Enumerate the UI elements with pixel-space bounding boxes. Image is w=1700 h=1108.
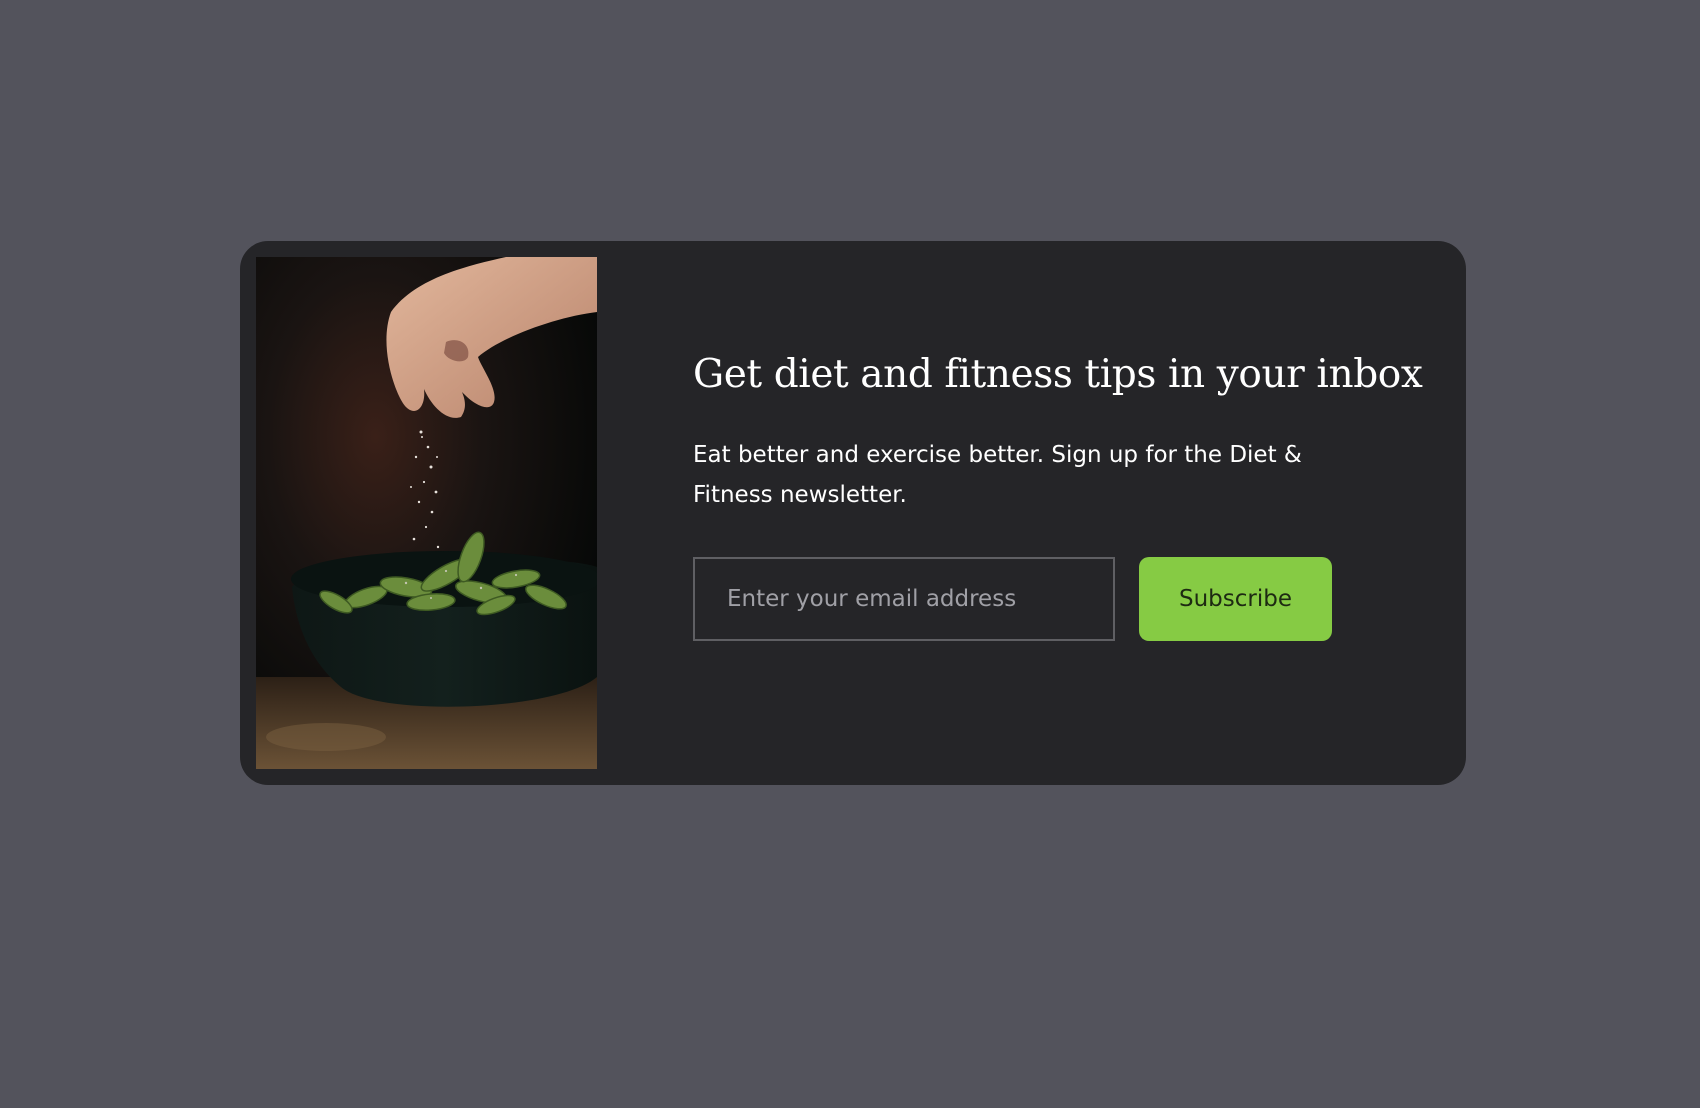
subscribe-button[interactable]: Subscribe: [1139, 557, 1332, 641]
newsletter-content: Get diet and fitness tips in your inbox …: [693, 351, 1423, 641]
newsletter-description: Eat better and exercise better. Sign up …: [693, 442, 1302, 508]
food-photo: [256, 257, 597, 769]
newsletter-title: Get diet and fitness tips in your inbox: [693, 352, 1423, 397]
email-input[interactable]: [693, 557, 1115, 641]
newsletter-card: Get diet and fitness tips in your inbox …: [240, 241, 1466, 785]
subscribe-form: Subscribe: [693, 557, 1393, 641]
